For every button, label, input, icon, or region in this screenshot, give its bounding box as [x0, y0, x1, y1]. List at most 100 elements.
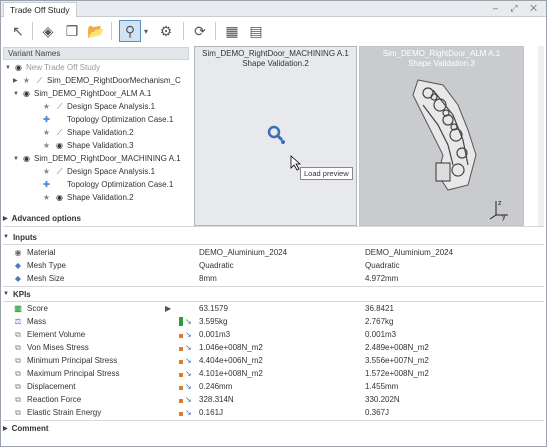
topology-plus-icon: ✚: [43, 180, 50, 189]
tree-item-analysis[interactable]: ★ ◉ Shape Validation.2: [41, 191, 134, 204]
load-preview-tooltip: Load preview: [300, 167, 353, 180]
down-trend-icon: ↘: [185, 330, 192, 339]
eye-icon[interactable]: ◉: [54, 141, 65, 150]
preview-title-line1: Sim_DEMO_RightDoor_ALM A.1: [382, 49, 501, 58]
preview-title-line2: Shape Validation.3: [408, 59, 475, 68]
toolbar-separator: [32, 22, 33, 40]
collapse-arrow-icon[interactable]: ▼: [5, 65, 13, 71]
dropdown-icon[interactable]: ▾: [141, 20, 151, 42]
preview-scrollbar[interactable]: [538, 46, 544, 226]
pin-icon[interactable]: ⟋: [54, 167, 65, 177]
tree-item-analysis[interactable]: ✚ Topology Optimization Case.1: [41, 178, 173, 191]
eye-icon[interactable]: ◉: [13, 63, 24, 72]
tree-item-variant[interactable]: ▼ ◉ Sim_DEMO_RightDoor_ALM A.1: [13, 87, 151, 100]
report-export-icon[interactable]: ▤: [245, 20, 267, 42]
star-icon[interactable]: ★: [41, 167, 52, 176]
down-trend-icon: ↘: [185, 356, 192, 365]
tree-item-analysis[interactable]: ★ ◉ Shape Validation.3: [41, 139, 134, 152]
down-trend-icon: ↘: [185, 395, 192, 404]
kpi-row-score: ▥ Score ▶ 63.1579 36.8421: [14, 304, 394, 313]
divider: [3, 420, 544, 421]
down-trend-icon: ↘: [185, 343, 192, 352]
window-controls[interactable]: – ⤢ ✕: [493, 3, 542, 14]
score-icon: ▥: [14, 304, 22, 313]
collapse-arrow-icon[interactable]: ▼: [3, 234, 9, 240]
variant-tree: ▼ ◉ New Trade Off Study ▶ ★ ⟋ Sim_DEMO_R…: [3, 61, 189, 209]
input-row-mesh-size: ◆ Mesh Size 8mm 4.972mm: [14, 274, 399, 283]
divider: [3, 244, 544, 245]
pin-icon[interactable]: ⟋: [54, 102, 65, 112]
settings-paint-icon[interactable]: ⚙: [155, 20, 177, 42]
topology-plus-icon: ✚: [43, 115, 50, 124]
kpi-row-von-mises: ⧉ Von Mises Stress ↘ 1.046e+008N_m2 2.48…: [3, 341, 544, 354]
expand-arrow-icon[interactable]: ▶: [3, 215, 8, 222]
pin-icon[interactable]: ⟋: [54, 128, 65, 138]
collapse-arrow-icon[interactable]: ▼: [13, 91, 21, 97]
expand-arrow-icon[interactable]: ▶: [13, 77, 21, 84]
refresh-icon[interactable]: ⟳: [189, 20, 211, 42]
tree-item-analysis[interactable]: ★ ⟋ Design Space Analysis.1: [41, 165, 155, 178]
star-icon[interactable]: ★: [41, 141, 52, 150]
tree-item-analysis[interactable]: ★ ⟋ Shape Validation.2: [41, 126, 134, 139]
inputs-section[interactable]: ▼ Inputs: [3, 231, 37, 243]
divider: [3, 226, 544, 227]
orange-indicator-bar: [179, 360, 183, 364]
orange-indicator-bar: [179, 412, 183, 416]
star-icon[interactable]: ★: [41, 128, 52, 137]
eye-icon[interactable]: ◉: [54, 193, 65, 202]
variant-names-header: Variant Names: [3, 47, 189, 60]
door-hinge-model-image: [412, 79, 477, 191]
kpi-row-max-principal: ⧉ Maximum Principal Stress ↘ 4.101e+008N…: [3, 367, 544, 380]
tree-item-analysis[interactable]: ✚ Topology Optimization Case.1: [41, 113, 173, 126]
window-title-tab[interactable]: Trade Off Study: [3, 2, 77, 17]
axis-y-label: y: [502, 214, 506, 221]
preview-panel-machining[interactable]: Sim_DEMO_RightDoor_MACHINING A.1 Shape V…: [194, 46, 357, 226]
play-icon[interactable]: ▶: [165, 304, 171, 313]
tree-item-root[interactable]: ▼ ◉ New Trade Off Study: [5, 61, 100, 74]
title-bar: Trade Off Study – ⤢ ✕: [1, 1, 546, 17]
folder-open-icon[interactable]: 📂: [85, 20, 107, 42]
table-export-icon[interactable]: ▦: [221, 20, 243, 42]
mesh-type-icon: ◆: [14, 261, 22, 270]
tree-item-analysis[interactable]: ★ ⟋ Design Space Analysis.1: [41, 100, 155, 113]
kpis-section[interactable]: ▼ KPIs: [3, 288, 31, 300]
star-icon[interactable]: ★: [41, 102, 52, 111]
comment-section[interactable]: ▶ Comment: [3, 422, 49, 434]
tree-item-variant[interactable]: ▼ ◉ Sim_DEMO_RightDoor_MACHINING A.1: [13, 152, 181, 165]
collapse-arrow-icon[interactable]: ▼: [3, 291, 9, 297]
select-arrow-icon[interactable]: ↖: [7, 20, 29, 42]
load-preview-search-icon[interactable]: [267, 125, 287, 147]
mesh-size-icon: ◆: [14, 274, 22, 283]
down-trend-icon: ↘: [185, 317, 192, 326]
kpi-link-icon: ⧉: [15, 342, 21, 352]
preview-title-line1: Sim_DEMO_RightDoor_MACHINING A.1: [202, 49, 349, 58]
kpi-row-elastic-strain: ⧉ Elastic Strain Energy ↘ 0.161J 0.367J: [3, 406, 544, 419]
orange-indicator-bar: [179, 373, 183, 377]
preview-title-line2: Shape Validation.2: [242, 59, 309, 68]
mass-icon: ⚖: [14, 317, 22, 326]
down-trend-icon: ↘: [185, 382, 192, 391]
green-indicator-bar: [179, 317, 183, 326]
copy-icon[interactable]: ❐: [61, 20, 83, 42]
expand-arrow-icon[interactable]: ▶: [3, 425, 8, 432]
kpi-link-icon: ⧉: [15, 381, 21, 391]
toolbar-separator: [111, 22, 112, 40]
eye-icon[interactable]: ◉: [21, 89, 32, 98]
axis-triad-icon: y z: [489, 200, 508, 221]
star-icon[interactable]: ★: [21, 76, 32, 85]
preview-panel-alm[interactable]: Sim_DEMO_RightDoor_ALM A.1 Shape Validat…: [359, 46, 524, 226]
input-row-mesh-type: ◆ Mesh Type Quadratic Quadratic: [14, 261, 400, 270]
collapse-arrow-icon[interactable]: ▼: [13, 156, 21, 162]
advanced-options-section[interactable]: ▶ Advanced options: [3, 212, 81, 224]
kpi-row-mass: ⚖ Mass ↘ 3.595kg 2.767kg: [14, 317, 394, 326]
orange-indicator-bar: [179, 347, 183, 351]
star-icon[interactable]: ★: [41, 193, 52, 202]
orange-indicator-bar: [179, 386, 183, 390]
search-preview-icon[interactable]: ⚲: [119, 20, 141, 42]
kpi-link-icon: ⧉: [15, 329, 21, 339]
kpi-link-icon: ⧉: [15, 368, 21, 378]
tree-item-variant[interactable]: ▶ ★ ⟋ Sim_DEMO_RightDoorMechanism_C: [13, 74, 181, 87]
pin-icon[interactable]: ⟋: [34, 76, 45, 86]
eye-icon[interactable]: ◉: [21, 154, 32, 163]
eraser-icon[interactable]: ◈: [37, 20, 59, 42]
